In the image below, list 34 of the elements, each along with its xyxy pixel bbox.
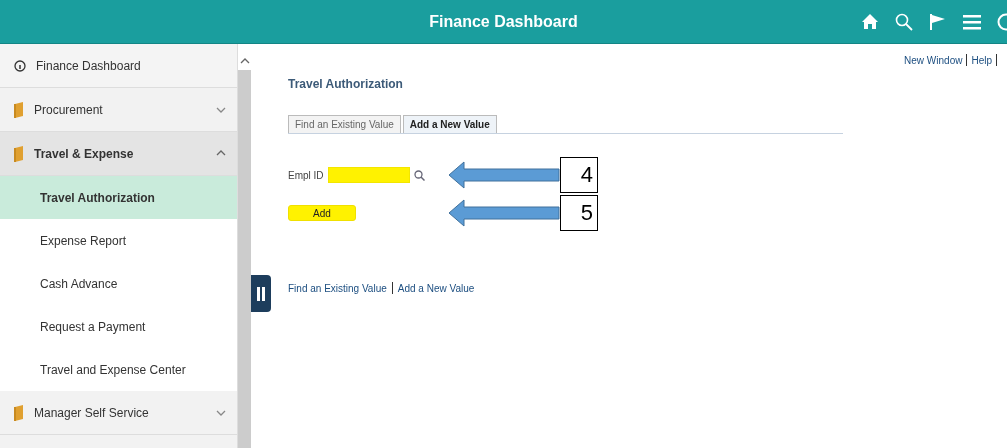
- sidebar-subitem[interactable]: Travel Authorization: [0, 176, 237, 219]
- sidebar-subitem[interactable]: Expense Report: [0, 219, 237, 262]
- sidebar-subitem[interactable]: Request a Payment: [0, 305, 237, 348]
- header-title: Finance Dashboard: [429, 12, 578, 31]
- link[interactable]: Find an Existing Value: [288, 282, 387, 294]
- folder-icon: [14, 404, 24, 421]
- arrow-icon: [448, 199, 560, 227]
- sidebar-item[interactable]: Manager Self Service: [0, 391, 237, 435]
- search-icon[interactable]: [895, 12, 913, 31]
- add-button[interactable]: Add: [288, 205, 356, 221]
- top-link[interactable]: Help: [971, 54, 992, 66]
- search-icon[interactable]: [414, 169, 425, 181]
- scroll-up-icon[interactable]: [238, 56, 251, 66]
- folder-icon: [14, 101, 24, 118]
- page-title: Travel Authorization: [288, 77, 404, 91]
- sidebar-subitem[interactable]: Travel and Expense Center: [0, 348, 237, 391]
- info-icon: [14, 59, 26, 72]
- field-label: Empl ID: [288, 169, 325, 181]
- callout-number: 4: [560, 157, 598, 193]
- pause-button[interactable]: [251, 275, 271, 312]
- sidebar-item[interactable]: Travel & Expense: [0, 132, 237, 176]
- scrollbar[interactable]: [238, 70, 251, 448]
- menu-icon[interactable]: [963, 13, 981, 30]
- top-link[interactable]: New Window: [904, 54, 963, 66]
- arrow-icon: [448, 161, 560, 189]
- sidebar-subitem[interactable]: Cash Advance: [0, 262, 237, 305]
- callout-number: 5: [560, 195, 598, 231]
- home-icon[interactable]: [861, 13, 879, 30]
- tab[interactable]: Find an Existing Value: [288, 115, 401, 133]
- pause-icon: [257, 286, 265, 301]
- link[interactable]: Add a New Value: [397, 282, 475, 294]
- tab[interactable]: Add a New Value: [402, 115, 497, 133]
- folder-icon: [14, 145, 24, 162]
- empl-id-field[interactable]: [328, 167, 410, 183]
